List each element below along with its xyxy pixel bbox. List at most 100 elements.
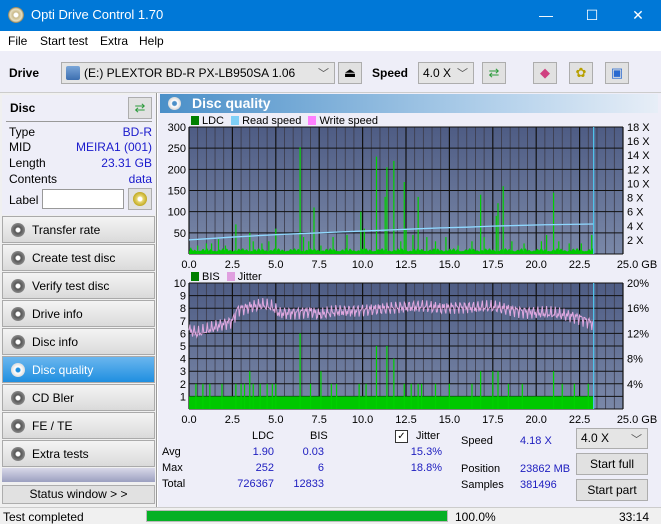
stat-jitter-value: 18.8%: [410, 462, 442, 474]
refresh-button[interactable]: ⇄: [482, 62, 506, 84]
stat-bis-value: 0.03: [302, 446, 324, 458]
disc-icon: [11, 279, 25, 293]
y2-tick-label: 6 X: [627, 207, 644, 219]
sidebar-item-create-test-disc[interactable]: Create test disc: [2, 244, 155, 271]
x-tick-label: 0.0: [181, 259, 196, 268]
disc-refresh-button[interactable]: ⇄: [128, 97, 152, 119]
refresh-icon: ⇄: [134, 100, 146, 115]
x-tick-label: 5.0: [268, 259, 283, 268]
x-tick-label: 20.0: [525, 414, 546, 424]
x-tick-label: 22.5: [569, 414, 590, 424]
start-part-button[interactable]: Start part: [576, 479, 648, 501]
sidebar-item-label: Disc info: [32, 335, 79, 349]
settings-button[interactable]: ✿: [569, 62, 593, 84]
disc-panel: Disc ⇄ Type BD-R MID MEIRA1 (001) Length 23…: [2, 95, 155, 215]
eject-button[interactable]: ⏏: [338, 62, 362, 84]
erase-icon: ◆: [540, 65, 550, 80]
panel-title: Disc quality: [192, 95, 271, 111]
speed-label: Speed: [372, 66, 409, 80]
y-tick-label: 3: [180, 366, 186, 378]
y2-tick-label: 10 X: [627, 178, 650, 190]
x-tick-label: 25.0 GB: [617, 414, 657, 424]
minimize-button[interactable]: —: [523, 0, 569, 31]
divider: [6, 121, 152, 122]
drive-select[interactable]: (E:) PLEXTOR BD-R PX-LB950SA 1.06 ﹀: [61, 62, 335, 84]
sidebar-item-fe-te[interactable]: FE / TE: [2, 412, 155, 439]
y-tick-label: 300: [168, 122, 186, 134]
nav-spacer: [2, 468, 155, 482]
status-bar: Test completed 100.0% 33:14: [0, 507, 661, 524]
x-tick-label: 25.0 GB: [617, 259, 657, 268]
disc-icon: [11, 391, 25, 405]
progress-fill: [147, 511, 447, 521]
status-window-button[interactable]: Status window > >: [2, 485, 155, 504]
drive-value: (E:) PLEXTOR BD-R PX-LB950SA 1.06: [84, 66, 296, 80]
menu-start-test[interactable]: Start test: [40, 34, 88, 48]
sidebar-item-cd-bler[interactable]: CD Bler: [2, 384, 155, 411]
y2-tick-label: 2 X: [627, 235, 644, 247]
menu-extra[interactable]: Extra: [100, 34, 128, 48]
save-button[interactable]: ▣: [605, 62, 629, 84]
disc-icon: [11, 419, 25, 433]
x-tick-label: 0.0: [181, 414, 196, 424]
sidebar-item-transfer-rate[interactable]: Transfer rate: [2, 216, 155, 243]
test-speed-select[interactable]: 4.0 X ﹀: [576, 428, 648, 449]
app-disc-icon: [8, 7, 24, 23]
y2-tick-label: 8%: [627, 354, 643, 366]
y-tick-label: 2: [180, 379, 186, 391]
label-input[interactable]: [42, 189, 124, 209]
sidebar-item-disc-info[interactable]: Disc info: [2, 328, 155, 355]
x-tick-label: 10.0: [352, 414, 373, 424]
x-tick-label: 2.5: [225, 414, 240, 424]
chevron-down-icon: ﹀: [631, 434, 642, 446]
disc-type-key: Type: [9, 125, 36, 139]
disc-type-row: Type BD-R: [9, 125, 152, 140]
stat-ldc-value: 252: [255, 462, 274, 474]
menu-help[interactable]: Help: [139, 34, 164, 48]
erase-button[interactable]: ◆: [533, 62, 557, 84]
disc-icon: [11, 251, 25, 265]
samples-value: 381496: [520, 479, 557, 491]
sidebar-item-label: Transfer rate: [32, 223, 101, 237]
disc-contents-value: data: [128, 172, 152, 186]
y-tick-label: 200: [168, 164, 186, 176]
panel-header: Disc quality: [160, 94, 658, 113]
progress-text: 100.0%: [455, 510, 496, 524]
close-button[interactable]: ✕: [615, 0, 661, 31]
test-speed-value: 4.0 X: [581, 431, 610, 445]
bis-chart: 12345678910 4% 8% 12% 16% 20% 0.0 2.5 5.0 7.5 10.0…: [174, 278, 657, 424]
x-tick-label: 5.0: [268, 414, 283, 424]
x-tick-label: 15.0: [439, 259, 460, 268]
disc-mid-value: MEIRA1 (001): [75, 140, 152, 154]
sidebar-item-label: Verify test disc: [32, 279, 110, 293]
window-title: Opti Drive Control 1.70: [31, 7, 164, 22]
sidebar-item-verify-test-disc[interactable]: Verify test disc: [2, 272, 155, 299]
maximize-button[interactable]: ☐: [569, 0, 615, 31]
x-tick-label: 7.5: [312, 414, 327, 424]
sidebar-item-disc-quality[interactable]: Disc quality: [2, 356, 155, 383]
start-full-button[interactable]: Start full: [576, 453, 648, 475]
disc-icon: [11, 363, 25, 377]
y2-tick-label: 20%: [627, 278, 649, 290]
y2-tick-label: 4 X: [627, 221, 644, 233]
y2-tick-label: 18 X: [627, 122, 650, 134]
x-tick-label: 12.5: [395, 259, 416, 268]
x-tick-label: 15.0: [439, 414, 460, 424]
speed-select[interactable]: 4.0 X ﹀: [418, 62, 474, 84]
sidebar-item-drive-info[interactable]: Drive info: [2, 300, 155, 327]
menu-file[interactable]: File: [8, 34, 27, 48]
col-ldc: LDC: [252, 430, 275, 442]
x-tick-label: 22.5: [569, 259, 590, 268]
position-value: 23862 MB: [520, 463, 571, 475]
jitter-checkbox[interactable]: ✓: [395, 430, 408, 443]
y-tick-label: 50: [174, 228, 186, 240]
label-disc-button[interactable]: [128, 188, 152, 210]
x-tick-label: 17.5: [482, 259, 503, 268]
x-tick-label: 10.0: [352, 259, 373, 268]
disc-icon: [11, 447, 25, 461]
y-tick-label: 7: [180, 316, 186, 328]
progress-bar: [146, 510, 448, 522]
sidebar-item-extra-tests[interactable]: Extra tests: [2, 440, 155, 467]
chevron-down-icon: ﹀: [457, 68, 468, 80]
y2-tick-label: 16 X: [627, 136, 650, 148]
